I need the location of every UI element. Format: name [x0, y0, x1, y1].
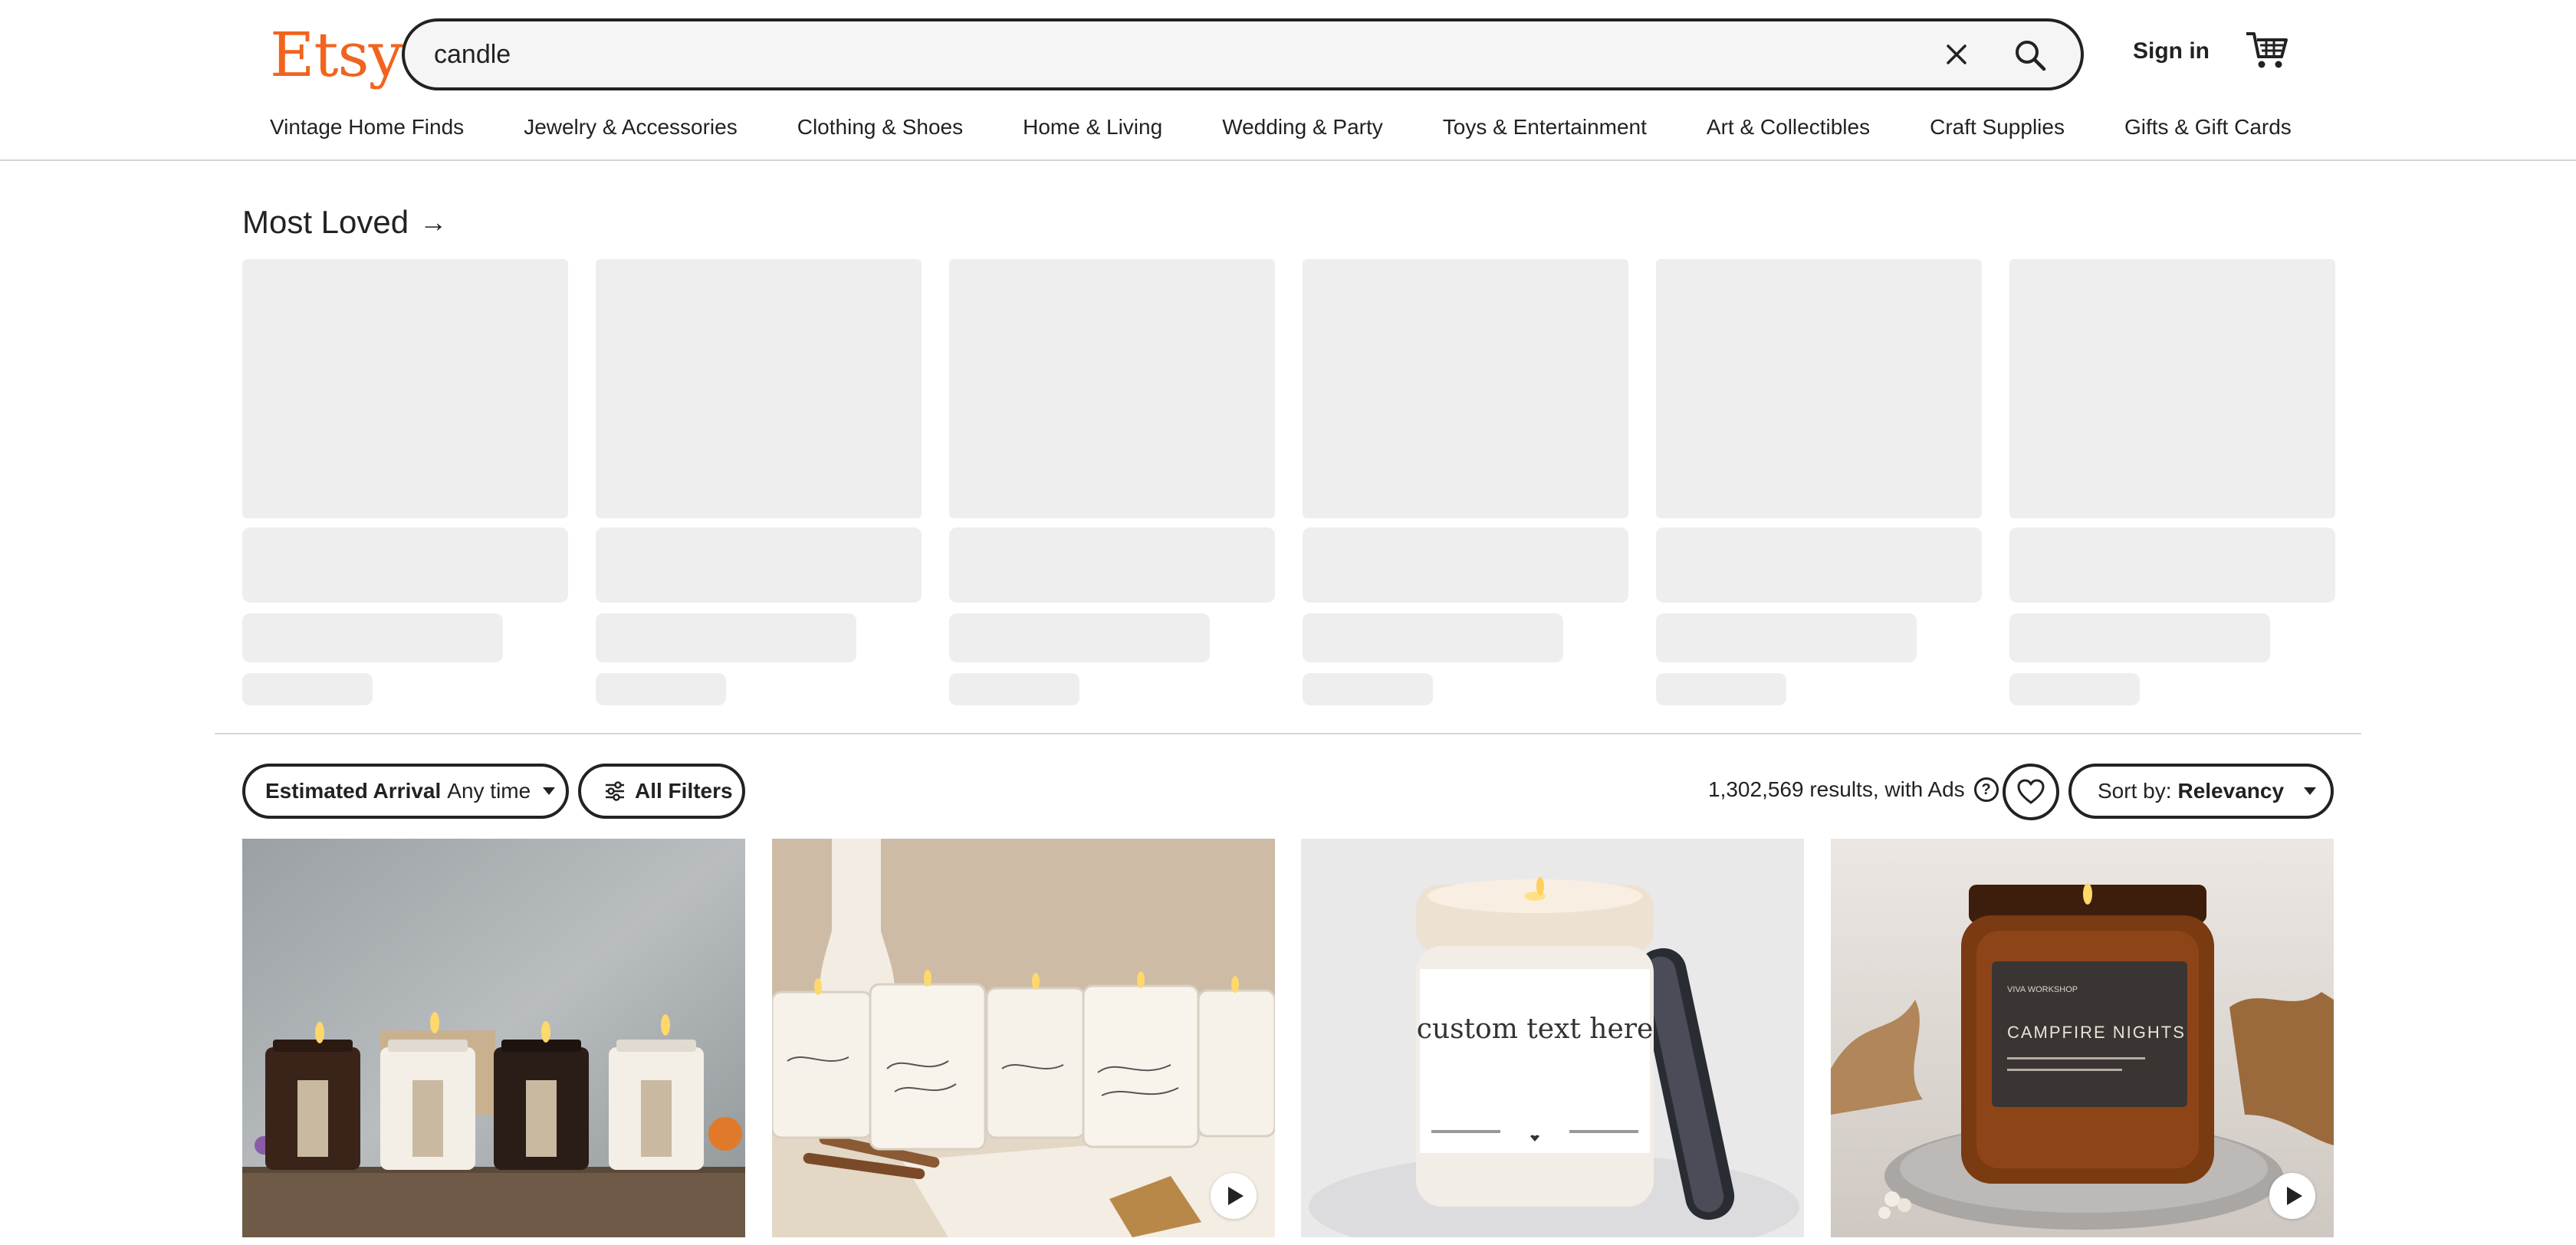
listing-card[interactable] — [772, 839, 1275, 1237]
all-filters-button[interactable]: All Filters — [578, 764, 745, 819]
placeholder-title — [949, 527, 1275, 603]
cart-icon — [2246, 32, 2288, 68]
search-bar — [402, 18, 2084, 90]
search-button[interactable] — [2007, 32, 2053, 78]
sign-in-link[interactable]: Sign in — [2133, 38, 2210, 64]
listing-brand-text: VIVA WORKSHOP — [2007, 985, 2078, 994]
results-count: 1,302,569 results, with Ads — [1708, 777, 1965, 801]
placeholder-image — [949, 259, 1275, 518]
all-filters-label: All Filters — [635, 779, 733, 803]
placeholder-price — [1656, 673, 1786, 705]
nav-item-art-collectibles[interactable]: Art & Collectibles — [1707, 115, 1870, 140]
placeholder-price — [596, 673, 726, 705]
nav-item-wedding-party[interactable]: Wedding & Party — [1222, 115, 1383, 140]
placeholder-price — [242, 673, 373, 705]
play-video-button[interactable] — [2269, 1173, 2315, 1219]
placeholder-image — [1303, 259, 1628, 518]
listing-label-text: custom text here — [1417, 1013, 1654, 1045]
help-icon[interactable]: ? — [1973, 777, 1999, 802]
placeholder-price — [2009, 673, 2140, 705]
search-icon — [2016, 41, 2046, 71]
site-header: Etsy Sign in Vintage Home Finds Jewelry … — [0, 0, 2576, 161]
caret-down-icon — [2304, 787, 2317, 795]
listing-card[interactable]: VIVA WORKSHOP CAMPFIRE NIGHTS — [1831, 839, 2334, 1237]
listing-card[interactable] — [242, 839, 745, 1237]
sort-dropdown[interactable]: Sort by: Relevancy — [2068, 764, 2334, 819]
listing-image — [772, 839, 1275, 1237]
caret-down-icon — [543, 787, 556, 795]
nav-item-clothing-shoes[interactable]: Clothing & Shoes — [797, 115, 963, 140]
search-input[interactable] — [434, 21, 1891, 87]
nav-item-gifts-gift-cards[interactable]: Gifts & Gift Cards — [2124, 115, 2292, 140]
arrow-right-icon: → — [419, 206, 448, 238]
sort-value: Relevancy — [2177, 779, 2285, 803]
section-divider — [215, 733, 2361, 734]
close-icon — [1947, 44, 1967, 64]
placeholder-title — [2009, 527, 2335, 603]
placeholder-title — [1656, 527, 1982, 603]
clear-search-button[interactable] — [1937, 35, 1976, 74]
nav-item-toys-entertainment[interactable]: Toys & Entertainment — [1443, 115, 1647, 140]
placeholder-title — [242, 527, 568, 603]
estimated-arrival-value: Any time — [447, 779, 531, 803]
cart-button[interactable] — [2243, 29, 2291, 74]
listing-image: VIVA WORKSHOP CAMPFIRE NIGHTS — [1831, 839, 2334, 1237]
favorite-search-button[interactable] — [2003, 764, 2059, 820]
placeholder-price — [949, 673, 1079, 705]
placeholder-image — [1656, 259, 1982, 518]
filter-sliders-icon — [606, 781, 624, 801]
placeholder-image — [596, 259, 922, 518]
nav-item-home-living[interactable]: Home & Living — [1023, 115, 1162, 140]
most-loved-link[interactable]: Most Loved → — [242, 204, 447, 241]
placeholder-shop — [2009, 613, 2270, 662]
nav-item-vintage-home-finds[interactable]: Vintage Home Finds — [270, 115, 464, 140]
listing-image — [242, 839, 745, 1237]
sort-prefix: Sort by: — [2098, 779, 2172, 803]
estimated-arrival-label: Estimated Arrival — [265, 779, 442, 803]
nav-item-jewelry-accessories[interactable]: Jewelry & Accessories — [524, 115, 738, 140]
placeholder-shop — [596, 613, 856, 662]
listing-label-text: CAMPFIRE NIGHTS — [2007, 1023, 2186, 1042]
estimated-arrival-dropdown[interactable]: Estimated Arrival Any time — [242, 764, 569, 819]
placeholder-shop — [1303, 613, 1563, 662]
listing-image: custom text here — [1301, 839, 1804, 1237]
heart-icon — [2017, 779, 2045, 804]
placeholder-shop — [242, 613, 503, 662]
placeholder-price — [1303, 673, 1433, 705]
placeholder-shop — [949, 613, 1210, 662]
placeholder-shop — [1656, 613, 1917, 662]
placeholder-image — [2009, 259, 2335, 518]
etsy-logo[interactable]: Etsy — [270, 17, 403, 94]
placeholder-image — [242, 259, 568, 518]
play-video-button[interactable] — [1211, 1173, 1257, 1219]
category-nav: Vintage Home Finds Jewelry & Accessories… — [270, 115, 2292, 140]
nav-item-craft-supplies[interactable]: Craft Supplies — [1930, 115, 2065, 140]
results-summary: 1,302,569 results, with Ads ? — [1708, 777, 1999, 802]
listing-card[interactable]: custom text here — [1301, 839, 1804, 1237]
placeholder-title — [1303, 527, 1628, 603]
placeholder-title — [596, 527, 922, 603]
most-loved-title: Most Loved — [242, 204, 409, 240]
